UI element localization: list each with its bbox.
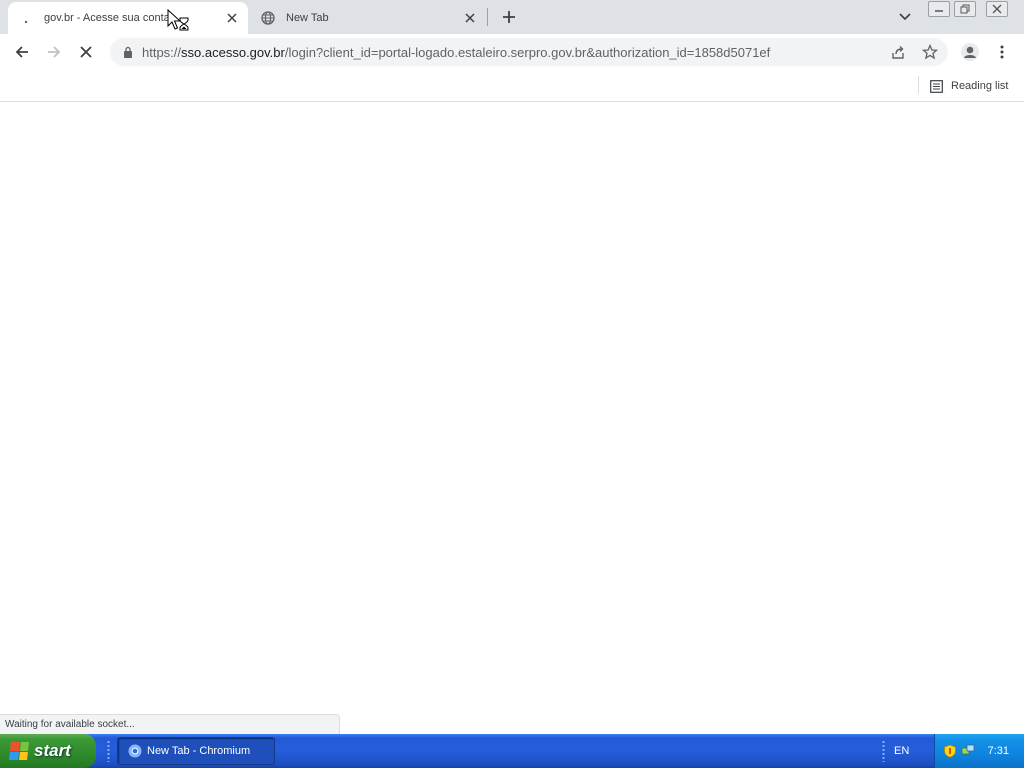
tab-new-tab[interactable]: New Tab	[250, 2, 486, 34]
minimize-button[interactable]	[928, 1, 950, 17]
stop-loading-button[interactable]	[74, 40, 98, 64]
reading-list-icon	[930, 79, 943, 93]
windows-logo-icon	[9, 742, 29, 760]
taskbar-grip[interactable]	[882, 740, 885, 762]
clock[interactable]: 7:31	[988, 745, 1009, 757]
reading-list-button[interactable]: Reading list	[930, 76, 1008, 96]
busy-cursor-icon	[167, 8, 193, 35]
star-icon	[922, 44, 938, 60]
restore-icon	[960, 4, 970, 14]
share-icon	[892, 46, 904, 59]
tab-divider	[487, 8, 488, 26]
taskbar: start New Tab - Chromium EN 7:31	[0, 734, 1024, 768]
close-tab-icon[interactable]	[224, 10, 240, 26]
start-button[interactable]: start	[0, 734, 96, 768]
security-shield-icon[interactable]	[943, 744, 957, 758]
new-tab-button[interactable]	[498, 6, 520, 28]
reading-list-label: Reading list	[951, 80, 1009, 92]
browser-toolbar: https://sso.acesso.gov.br/login?client_i…	[0, 34, 1024, 70]
taskbar-item-chromium[interactable]: New Tab - Chromium	[117, 737, 275, 765]
share-button[interactable]	[888, 44, 908, 60]
arrow-left-icon	[15, 46, 28, 58]
plus-icon	[503, 11, 515, 23]
forward-button[interactable]	[42, 40, 66, 64]
tab-title: New Tab	[286, 12, 329, 24]
start-label: start	[34, 741, 71, 760]
restore-button[interactable]	[954, 1, 976, 17]
menu-button[interactable]	[992, 44, 1012, 60]
tab-search-button[interactable]	[896, 8, 914, 26]
close-window-button[interactable]	[986, 1, 1008, 17]
close-tab-icon[interactable]	[462, 10, 478, 26]
kebab-menu-icon	[1000, 45, 1004, 59]
network-icon[interactable]	[961, 744, 975, 758]
tab-title: gov.br - Acesse sua conta	[44, 12, 170, 24]
globe-icon	[260, 10, 276, 26]
bookmarks-bar: Reading list	[0, 70, 1024, 102]
url-host: sso.acesso.gov.br	[181, 44, 285, 60]
bookmarks-divider	[918, 76, 919, 94]
close-icon	[80, 46, 92, 58]
tab-govbr[interactable]: gov.br - Acesse sua conta	[8, 2, 248, 34]
system-tray: 7:31	[934, 734, 1024, 768]
status-bubble: Waiting for available socket...	[0, 714, 340, 734]
close-icon	[992, 4, 1002, 14]
language-indicator[interactable]: EN	[894, 745, 909, 757]
taskbar-grip[interactable]	[107, 740, 110, 762]
chromium-icon	[128, 744, 142, 758]
avatar-icon	[961, 43, 979, 61]
bookmark-star-button[interactable]	[920, 44, 940, 60]
taskbar-item-label: New Tab - Chromium	[147, 745, 251, 757]
profile-button[interactable]	[958, 40, 982, 64]
minimize-icon	[935, 10, 943, 12]
address-bar[interactable]: https://sso.acesso.gov.br/login?client_i…	[110, 38, 948, 66]
loading-throbber-icon	[18, 10, 34, 26]
tab-strip: gov.br - Acesse sua conta New Tab	[0, 0, 1024, 34]
lock-icon[interactable]	[120, 46, 136, 58]
arrow-right-icon	[48, 46, 61, 58]
back-button[interactable]	[10, 40, 34, 64]
url-text[interactable]: https://sso.acesso.gov.br/login?client_i…	[142, 45, 770, 60]
url-scheme: https://	[142, 44, 182, 60]
page-content	[0, 103, 1024, 734]
url-path: /login?client_id=portal-logado.estaleiro…	[284, 44, 771, 60]
chevron-down-icon	[899, 13, 911, 21]
